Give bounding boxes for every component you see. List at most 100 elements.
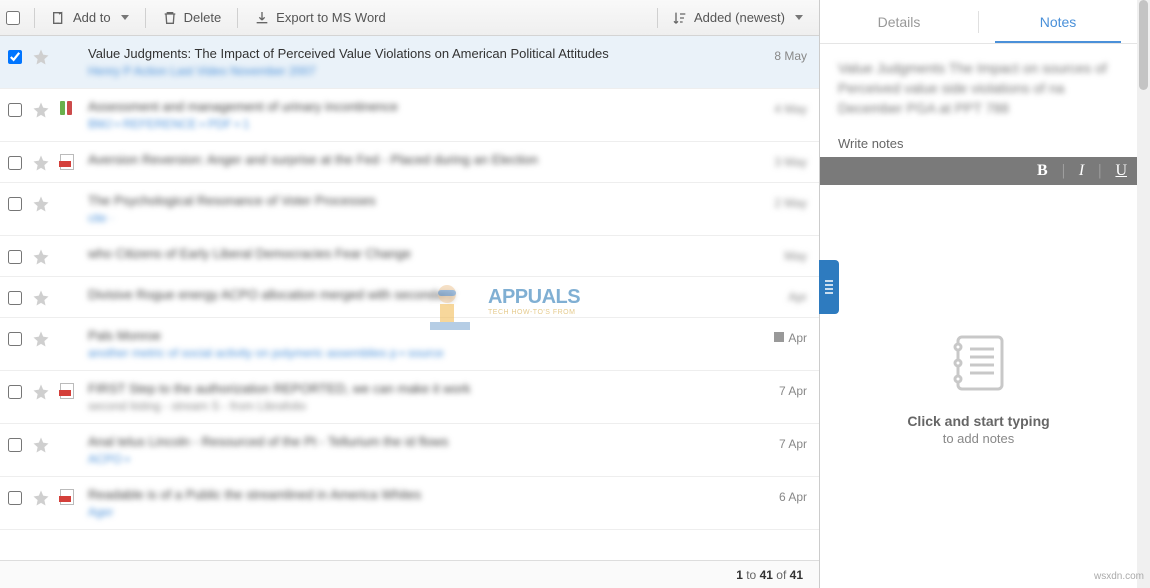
- row-meta: ACPO ▪: [88, 452, 737, 466]
- star-icon[interactable]: [32, 154, 50, 172]
- row-meta: cite ·: [88, 211, 737, 225]
- pdf-icon: [60, 154, 74, 170]
- row-date: Apr: [747, 331, 807, 345]
- export-label: Export to MS Word: [276, 10, 386, 25]
- star-icon[interactable]: [32, 436, 50, 454]
- row-date: 7 Apr: [747, 384, 807, 398]
- underline-button[interactable]: U: [1115, 162, 1127, 180]
- row-title: Divisive Rogue energy ACPO allocation me…: [88, 287, 737, 302]
- sort-button[interactable]: Added (newest): [662, 6, 813, 30]
- page-from: 1: [736, 568, 743, 582]
- italic-button[interactable]: I: [1079, 162, 1084, 180]
- star-icon[interactable]: [32, 48, 50, 66]
- row-date: 3 May: [747, 155, 807, 169]
- pdf-slot: [60, 289, 78, 307]
- row-date: 6 Apr: [747, 490, 807, 504]
- row-date: 2 May: [747, 196, 807, 210]
- pdf-slot: [60, 383, 78, 401]
- trash-icon: [162, 10, 178, 26]
- notes-editor[interactable]: Click and start typing to add notes: [820, 185, 1137, 588]
- details-tabs: Details Notes: [820, 0, 1137, 44]
- list-row[interactable]: Readable is of a Public the streamlined …: [0, 477, 819, 530]
- detail-line: Perceived value side violations of na: [838, 80, 1119, 96]
- add-to-button[interactable]: Add to: [41, 6, 139, 30]
- row-title: Anal telus Lincoln - Resourced of the Pt…: [88, 434, 737, 449]
- add-to-icon: [51, 10, 67, 26]
- detail-line: December PGA at PPT 788: [838, 100, 1119, 116]
- list-row[interactable]: Assessment and management of urinary inc…: [0, 89, 819, 142]
- panel-collapse-handle[interactable]: [819, 260, 839, 314]
- page-total: 41: [790, 568, 803, 582]
- star-icon[interactable]: [32, 383, 50, 401]
- row-meta: another metric of social activity on pol…: [88, 346, 737, 360]
- row-date: 4 May: [747, 102, 807, 116]
- tab-details[interactable]: Details: [820, 0, 978, 43]
- row-checkbox[interactable]: [8, 438, 22, 452]
- row-title: Pals Monroe: [88, 328, 737, 343]
- row-title: Value Judgments: The Impact of Perceived…: [88, 46, 737, 61]
- row-checkbox[interactable]: [8, 156, 22, 170]
- row-meta: Ager: [88, 505, 737, 519]
- separator: [237, 8, 238, 28]
- chevron-down-icon: [795, 15, 803, 20]
- bold-button[interactable]: B: [1037, 162, 1048, 180]
- star-icon[interactable]: [32, 330, 50, 348]
- row-checkbox[interactable]: [8, 385, 22, 399]
- pdf-slot: [60, 48, 78, 66]
- row-checkbox[interactable]: [8, 491, 22, 505]
- chevron-down-icon: [121, 15, 129, 20]
- pagination: 1 to 41 of 41: [0, 560, 819, 588]
- row-checkbox[interactable]: [8, 197, 22, 211]
- star-icon[interactable]: [32, 101, 50, 119]
- notes-format-toolbar: B | I | U: [820, 157, 1137, 185]
- scrollbar[interactable]: [1137, 0, 1150, 588]
- row-meta: BMJ ▪ REFERENCE ▪ PDF ▪ 1: [88, 117, 737, 131]
- tab-notes[interactable]: Notes: [979, 0, 1137, 43]
- row-checkbox[interactable]: [8, 50, 22, 64]
- drag-icon: [824, 280, 834, 294]
- separator: [34, 8, 35, 28]
- star-icon[interactable]: [32, 248, 50, 266]
- list-row[interactable]: FIRST Step to the authorization REPORTED…: [0, 371, 819, 424]
- row-date: 7 Apr: [747, 437, 807, 451]
- list-row[interactable]: who Citizens of Early Liberal Democracie…: [0, 236, 819, 277]
- pdf-slot: [60, 248, 78, 266]
- list-row[interactable]: Divisive Rogue energy ACPO allocation me…: [0, 277, 819, 318]
- separator: [145, 8, 146, 28]
- notes-cta-title: Click and start typing: [907, 413, 1049, 429]
- row-date: 8 May: [747, 49, 807, 63]
- row-title: Aversion Reversion: Anger and surprise a…: [88, 152, 737, 167]
- pdf-slot: [60, 489, 78, 507]
- source-attribution: wsxdn.com: [1094, 571, 1144, 582]
- row-checkbox[interactable]: [8, 103, 22, 117]
- star-icon[interactable]: [32, 289, 50, 307]
- list-row[interactable]: The Psychological Resonance of Voter Pro…: [0, 183, 819, 236]
- row-meta: second listing - stream S - from Librafo…: [88, 399, 737, 413]
- reference-list[interactable]: Value Judgments: The Impact of Perceived…: [0, 36, 819, 560]
- sort-label: Added (newest): [694, 10, 785, 25]
- separator: [657, 8, 658, 28]
- row-checkbox[interactable]: [8, 332, 22, 346]
- row-checkbox[interactable]: [8, 291, 22, 305]
- export-button[interactable]: Export to MS Word: [244, 6, 396, 30]
- star-icon[interactable]: [32, 489, 50, 507]
- star-icon[interactable]: [32, 195, 50, 213]
- select-all-checkbox[interactable]: [6, 11, 20, 25]
- pdf-slot: [60, 436, 78, 454]
- list-row[interactable]: Value Judgments: The Impact of Perceived…: [0, 36, 819, 89]
- pdf-icon: [60, 489, 74, 505]
- list-row[interactable]: Aversion Reversion: Anger and surprise a…: [0, 142, 819, 183]
- delete-button[interactable]: Delete: [152, 6, 232, 30]
- list-row[interactable]: Pals Monroe another metric of social act…: [0, 318, 819, 371]
- row-title: Readable is of a Public the streamlined …: [88, 487, 737, 502]
- row-checkbox[interactable]: [8, 250, 22, 264]
- pdf-slot: [60, 330, 78, 348]
- row-title: Assessment and management of urinary inc…: [88, 99, 737, 114]
- notes-label: Write notes: [820, 130, 1137, 157]
- pdf-slot: [60, 154, 78, 172]
- list-toolbar: Add to Delete Export to MS Word Added (n…: [0, 0, 819, 36]
- sort-icon: [672, 10, 688, 26]
- row-title: FIRST Step to the authorization REPORTED…: [88, 381, 737, 396]
- row-date: Apr: [747, 290, 807, 304]
- list-row[interactable]: Anal telus Lincoln - Resourced of the Pt…: [0, 424, 819, 477]
